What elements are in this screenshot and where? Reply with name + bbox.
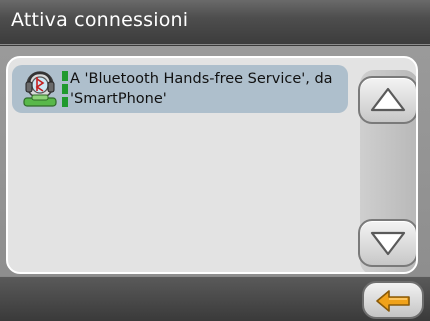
connection-label: A 'Bluetooth Hands-free Service', da 'Sm… <box>70 71 333 107</box>
bluetooth-headset-icon <box>23 71 57 107</box>
content-area: A 'Bluetooth Hands-free Service', da 'Sm… <box>0 46 430 276</box>
scroll-down-button[interactable] <box>358 219 416 267</box>
bottom-bar <box>0 276 430 321</box>
back-button[interactable] <box>362 281 424 319</box>
list-item[interactable]: A 'Bluetooth Hands-free Service', da 'Sm… <box>12 65 348 113</box>
arrow-up-icon <box>370 87 406 112</box>
back-arrow-icon <box>376 290 410 312</box>
title-bar: Attiva connessioni <box>0 0 430 45</box>
scroll-up-button[interactable] <box>358 76 416 124</box>
arrow-down-icon <box>370 231 406 256</box>
connection-list: A 'Bluetooth Hands-free Service', da 'Sm… <box>6 56 418 274</box>
connection-status-indicator <box>62 71 68 107</box>
page-title: Attiva connessioni <box>11 9 189 31</box>
